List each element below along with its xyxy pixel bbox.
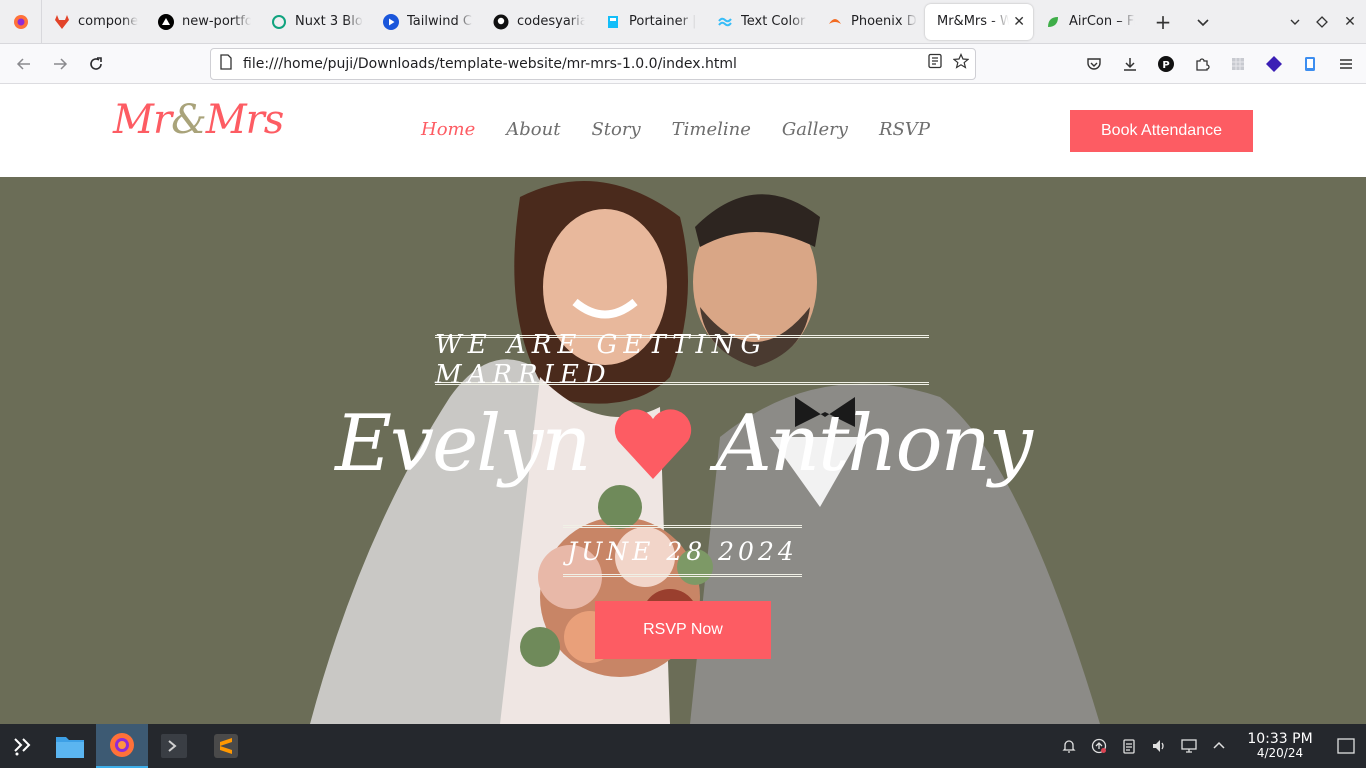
minimize-icon[interactable] <box>1281 0 1309 44</box>
tray-expand-chevron-icon[interactable] <box>1204 724 1234 768</box>
forward-arrow-icon[interactable] <box>42 48 78 80</box>
taskbar: 10:33 PM 4/20/24 <box>0 724 1366 768</box>
tab-tailwind-css[interactable]: Tailwind CS <box>371 0 481 44</box>
logo-part-mr: Mr <box>113 97 172 143</box>
clock-date: 4/20/24 <box>1256 746 1304 761</box>
volume-icon[interactable] <box>1144 724 1174 768</box>
tab-phoenix[interactable]: Phoenix Di <box>815 0 925 44</box>
digital-clock[interactable]: 10:33 PM 4/20/24 <box>1240 732 1320 759</box>
app-launcher-icon[interactable] <box>0 724 44 768</box>
browser-tab-bar: componen new-portfo Nuxt 3 Blog Tailwind… <box>0 0 1366 44</box>
phoenix-icon <box>827 14 843 30</box>
pocket-icon[interactable] <box>1076 44 1112 84</box>
tab-label: Tailwind CS <box>407 14 473 29</box>
back-arrow-icon[interactable] <box>6 48 42 80</box>
bookmark-star-icon[interactable] <box>952 53 970 73</box>
tab-label: new-portfo <box>182 14 251 29</box>
site-nav: Home About Story Timeline Gallery RSVP <box>421 119 961 140</box>
reload-icon[interactable] <box>78 48 114 80</box>
tab-gitlab[interactable]: componen <box>42 0 146 44</box>
close-tab-icon[interactable]: ✕ <box>1013 14 1025 30</box>
tab-nuxt-blog[interactable]: Nuxt 3 Blog <box>259 0 371 44</box>
vercel-icon <box>158 13 174 30</box>
tab-portainer[interactable]: Portainer | <box>593 0 705 44</box>
notifications-bell-icon[interactable] <box>1054 724 1084 768</box>
updates-icon[interactable] <box>1084 724 1114 768</box>
logo-ampersand: & <box>171 97 207 143</box>
gitlab-icon <box>54 14 70 30</box>
book-attendance-button[interactable]: Book Attendance <box>1070 110 1253 152</box>
clipboard-icon[interactable] <box>1114 724 1144 768</box>
maximize-icon[interactable] <box>1308 0 1336 44</box>
tab-text-color[interactable]: Text Color - <box>705 0 815 44</box>
portainer-icon <box>605 14 621 30</box>
grid-extension-icon[interactable] <box>1220 44 1256 84</box>
play-icon <box>383 13 399 30</box>
tab-mr-mrs-active[interactable]: Mr&Mrs - W ✕ <box>925 3 1033 40</box>
site-logo[interactable]: Mr&Mrs <box>113 97 285 143</box>
close-window-icon[interactable]: ✕ <box>1336 0 1364 44</box>
rsvp-now-button[interactable]: RSVP Now <box>595 601 771 659</box>
extensions-puzzle-icon[interactable] <box>1184 44 1220 84</box>
hero-section: WE ARE GETTING MARRIED Evelyn Anthony JU… <box>0 177 1366 724</box>
leaf-icon <box>1045 14 1061 30</box>
reader-view-icon[interactable] <box>927 53 943 73</box>
show-desktop-icon[interactable] <box>1326 724 1366 768</box>
heart-icon <box>614 409 691 479</box>
layers-extension-icon[interactable] <box>1256 44 1292 84</box>
tab-label: Mr&Mrs - W <box>937 14 1010 29</box>
hero-tagline: WE ARE GETTING MARRIED <box>435 330 768 390</box>
downloads-icon[interactable] <box>1112 44 1148 84</box>
tagline-frame: WE ARE GETTING MARRIED <box>435 330 929 390</box>
firefox-taskbar-icon[interactable] <box>96 724 148 768</box>
tab-codesyaria[interactable]: codesyaria <box>481 0 593 44</box>
system-tray: 10:33 PM 4/20/24 <box>1054 724 1366 768</box>
site-header: Mr&Mrs Home About Story Timeline Gallery… <box>0 85 1366 177</box>
couple-names: Evelyn Anthony <box>300 399 1066 489</box>
tab-label: Text Color - <box>741 14 807 29</box>
nav-home[interactable]: Home <box>421 119 475 140</box>
tab-label: Portainer | <box>629 14 697 29</box>
clock-time: 10:33 PM <box>1247 731 1313 748</box>
terminal-icon[interactable] <box>148 724 200 768</box>
nav-timeline[interactable]: Timeline <box>672 119 751 140</box>
responsive-extension-icon[interactable] <box>1292 44 1328 84</box>
tab-label: componen <box>78 14 138 29</box>
tab-label: Phoenix Di <box>851 14 917 29</box>
tab-label: Nuxt 3 Blog <box>295 14 363 29</box>
file-manager-icon[interactable] <box>44 724 96 768</box>
page-file-icon <box>219 54 233 74</box>
nav-gallery[interactable]: Gallery <box>782 119 848 140</box>
tab-aircon[interactable]: AirCon – Fr <box>1033 0 1143 44</box>
logo-part-mrs: Mrs <box>205 97 285 143</box>
svg-text:P: P <box>1162 60 1169 71</box>
tab-label: codesyaria <box>517 14 585 29</box>
tab-vercel[interactable]: new-portfo <box>146 0 259 44</box>
url-bar[interactable]: file:///home/puji/Downloads/template-web… <box>210 48 976 80</box>
bride-name: Evelyn <box>335 399 591 489</box>
sublime-text-icon[interactable] <box>200 724 252 768</box>
nav-rsvp[interactable]: RSVP <box>879 119 930 140</box>
github-icon <box>493 14 509 30</box>
tailwind-icon <box>717 14 733 30</box>
wedding-date: JUNE 28 2024 <box>567 536 798 566</box>
firefox-menu-icon[interactable] <box>0 0 42 44</box>
nav-story[interactable]: Story <box>591 119 640 140</box>
date-frame: JUNE 28 2024 <box>563 525 802 577</box>
groom-name: Anthony <box>715 399 1033 489</box>
tab-list-chevron-icon[interactable] <box>1183 0 1223 44</box>
network-icon[interactable] <box>1174 724 1204 768</box>
nav-about[interactable]: About <box>506 119 560 140</box>
hamburger-menu-icon[interactable] <box>1328 44 1364 84</box>
new-tab-button[interactable]: + <box>1143 0 1183 44</box>
profile-extension-icon[interactable]: P <box>1148 44 1184 84</box>
openai-icon <box>271 14 287 30</box>
tab-label: AirCon – Fr <box>1069 14 1135 29</box>
url-text[interactable]: file:///home/puji/Downloads/template-web… <box>243 56 737 72</box>
